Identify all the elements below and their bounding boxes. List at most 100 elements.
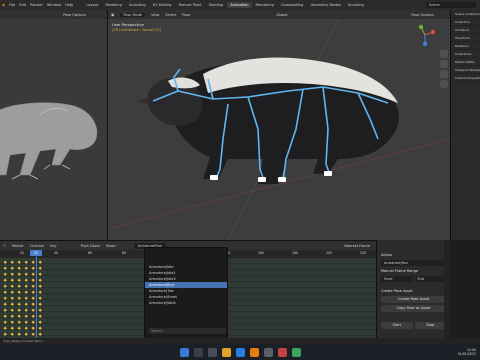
browser-icon[interactable] [235, 347, 245, 357]
keyframe-diamond[interactable] [10, 260, 14, 264]
keyframe-diamond[interactable] [31, 302, 35, 306]
main-3d-viewport[interactable]: ▣ Pose Mode View Select Pose Global Pose… [108, 10, 450, 240]
keyed-frame-mode[interactable]: Nearest Frame [344, 244, 370, 248]
keyframe-diamond[interactable] [31, 296, 35, 300]
keyframe-diamond[interactable] [3, 290, 7, 294]
keyframe-diamond[interactable] [10, 326, 14, 330]
keyframe-diamond[interactable] [38, 272, 42, 276]
keyframe-diamond[interactable] [17, 314, 21, 318]
tab-layout[interactable]: Layout [83, 2, 101, 8]
keyframe-diamond[interactable] [3, 296, 7, 300]
menu-marker[interactable]: Marker [12, 244, 24, 248]
keyframe-diamond[interactable] [38, 314, 42, 318]
tab-shading[interactable]: Shading [206, 2, 227, 8]
keyframe-diamond[interactable] [3, 284, 7, 288]
keyframe-diamond[interactable] [3, 278, 7, 282]
app-icon[interactable] [277, 347, 287, 357]
menu-help[interactable]: Help [65, 3, 73, 7]
keyframe-diamond[interactable] [17, 296, 21, 300]
keyframe-diamond[interactable] [17, 326, 21, 330]
keyframe-diamond[interactable] [10, 284, 14, 288]
keyframe-diamond[interactable] [31, 272, 35, 276]
keyframe-diamond[interactable] [31, 308, 35, 312]
navigation-gizmo-icon[interactable] [414, 24, 436, 46]
tab-animation[interactable]: Animation [227, 2, 252, 8]
keyframe-diamond[interactable] [24, 326, 28, 330]
prop-armature[interactable]: Armature [451, 26, 480, 34]
keyframe-diamond[interactable] [38, 308, 42, 312]
keyframe-markers[interactable] [0, 258, 46, 338]
keyframe-diamond[interactable] [17, 320, 21, 324]
push-down-button[interactable]: Push Down [81, 244, 100, 248]
prop-viewport-display[interactable]: Viewport Display [451, 66, 480, 74]
action-search-input[interactable]: Search [148, 328, 226, 334]
keyframe-diamond[interactable] [31, 278, 35, 282]
create-pose-section[interactable]: Create Pose Asset [381, 288, 446, 294]
search-icon[interactable] [193, 347, 203, 357]
tab-scripting[interactable]: Scripting [345, 2, 367, 8]
main-pose-options[interactable]: Pose Options [411, 13, 434, 17]
keyframe-diamond[interactable] [31, 290, 35, 294]
keyframe-diamond[interactable] [31, 320, 35, 324]
keyframe-diamond[interactable] [10, 278, 14, 282]
editor-type-icon[interactable]: ⏱ [3, 244, 6, 248]
keyframe-diamond[interactable] [38, 320, 42, 324]
app-icon[interactable] [291, 347, 301, 357]
system-clock[interactable]: 12:00 01/01/2023 [458, 348, 476, 356]
frame-end-field[interactable]: End [414, 276, 446, 282]
transform-orientation[interactable]: Global [276, 13, 287, 17]
menu-pose[interactable]: Pose [182, 13, 190, 17]
frame-start-field[interactable]: Start [381, 276, 413, 282]
prop-collections[interactable]: Collections [451, 50, 480, 58]
keyframe-diamond[interactable] [24, 272, 28, 276]
keyframe-diamond[interactable] [24, 332, 28, 336]
prop-relations[interactable]: Relations [451, 42, 480, 50]
tab-geometry-nodes[interactable]: Geometry Nodes [307, 2, 343, 8]
menu-edit[interactable]: Edit [19, 3, 26, 7]
file-explorer-icon[interactable] [221, 347, 231, 357]
copy-pose-asset-button[interactable]: Copy Pose as Asset [381, 305, 446, 312]
start-button[interactable]: Start [381, 322, 413, 329]
keyframe-diamond[interactable] [17, 308, 21, 312]
keyframe-diamond[interactable] [24, 266, 28, 270]
create-pose-asset-button[interactable]: Create Pose Asset [381, 296, 446, 303]
playhead[interactable] [36, 250, 37, 338]
stash-button[interactable]: Stash [106, 244, 116, 248]
outliner-scene-collection[interactable]: Scene Collection [451, 10, 480, 18]
keyframe-diamond[interactable] [17, 272, 21, 276]
menu-render[interactable]: Render [30, 3, 43, 7]
keyframe-diamond[interactable] [10, 308, 14, 312]
keyframe-diamond[interactable] [3, 320, 7, 324]
tab-rendering[interactable]: Rendering [253, 2, 277, 8]
keyframe-diamond[interactable] [38, 266, 42, 270]
keyframe-diamond[interactable] [3, 272, 7, 276]
prop-motion-paths[interactable]: Motion Paths [451, 58, 480, 66]
keyframe-diamond[interactable] [10, 272, 14, 276]
menu-select[interactable]: Select [165, 13, 176, 17]
keyframe-diamond[interactable] [3, 314, 7, 318]
keyframe-diamond[interactable] [38, 296, 42, 300]
left-3d-viewport[interactable]: Pose Options [0, 10, 108, 240]
keyframe-diamond[interactable] [10, 332, 14, 336]
keyframe-diamond[interactable] [38, 326, 42, 330]
prop-custom-properties[interactable]: Custom Properties [451, 74, 480, 82]
scene-selector[interactable]: Scene [426, 2, 476, 8]
blender-taskbar-icon[interactable] [249, 347, 259, 357]
keyframe-diamond[interactable] [24, 320, 28, 324]
keyframe-diamond[interactable] [3, 326, 7, 330]
keyframe-diamond[interactable] [10, 314, 14, 318]
menu-window[interactable]: Window [47, 3, 61, 7]
keyframe-diamond[interactable] [10, 302, 14, 306]
keyframe-diamond[interactable] [17, 284, 21, 288]
camera-icon[interactable] [440, 70, 448, 78]
zoom-icon[interactable] [440, 50, 448, 58]
keyframe-diamond[interactable] [31, 260, 35, 264]
blender-logo-icon[interactable]: ◉ [2, 3, 5, 7]
keyframe-diamond[interactable] [3, 332, 7, 336]
menu-view[interactable]: View [151, 13, 159, 17]
keyframe-diamond[interactable] [24, 296, 28, 300]
action-section-header[interactable]: Action [381, 252, 446, 258]
keyframe-diamond[interactable] [24, 278, 28, 282]
keyframe-diamond[interactable] [10, 290, 14, 294]
keyframe-diamond[interactable] [38, 260, 42, 264]
